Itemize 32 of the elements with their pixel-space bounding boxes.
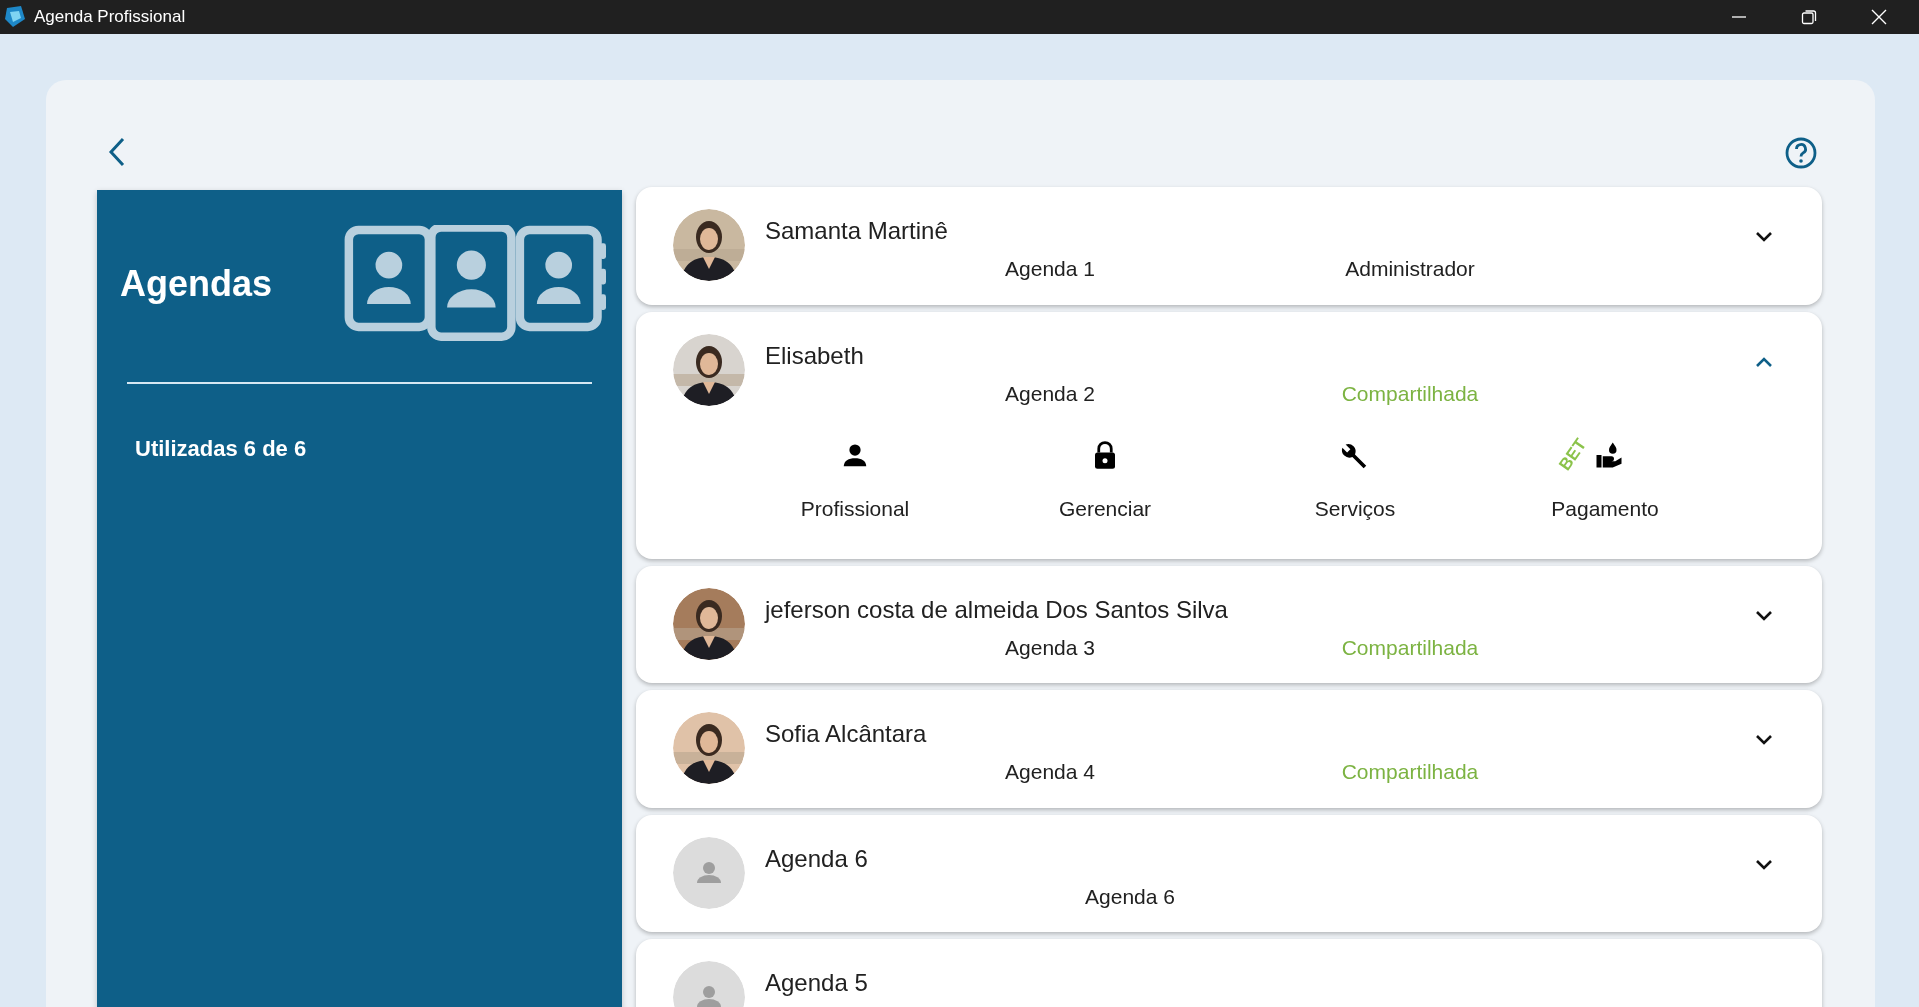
role-label: Administrador	[1344, 256, 1476, 282]
avatar-placeholder-icon	[673, 836, 745, 909]
action-button[interactable]: Profissional	[800, 433, 910, 525]
agenda-label: Agenda 1	[1004, 256, 1096, 282]
professional-name: jeferson costa de almeida Dos Santos Silva	[765, 595, 1228, 623]
agenda-label: Agenda 4	[1004, 759, 1096, 785]
restore-icon[interactable]	[1799, 7, 1819, 27]
role-label: Compartilhada	[1340, 380, 1480, 407]
role-label: Compartilhada	[1340, 759, 1480, 785]
panel-title: Agendas	[120, 262, 273, 306]
professional-name: Samanta Martinê	[765, 217, 948, 244]
agenda-card[interactable]: Samanta Martinê Agenda 1 Administrador	[636, 187, 1822, 305]
agenda-card[interactable]: jeferson costa de almeida Dos Santos Silva Agenda 3 Compartilhada	[636, 565, 1822, 683]
agenda-label: Agenda 6	[1084, 883, 1176, 910]
action-button[interactable]: Gerenciar	[1058, 433, 1152, 525]
hand-drop-icon	[1594, 440, 1624, 470]
agenda-card[interactable]: Agenda 5	[636, 939, 1822, 1007]
agenda-label: Agenda 3	[1004, 634, 1096, 661]
usage-count: Utilizadas 6 de 6	[135, 436, 307, 461]
professional-name: Agenda 5	[765, 969, 868, 996]
agenda-label: Agenda 2	[1004, 380, 1096, 407]
role-label: Compartilhada	[1340, 634, 1480, 661]
help-icon[interactable]	[1784, 136, 1818, 170]
close-icon[interactable]	[1869, 7, 1889, 27]
app-logo-icon	[4, 5, 26, 29]
professional-name: Elisabeth	[765, 341, 864, 369]
agenda-card[interactable]: Agenda 6 Agenda 6	[636, 814, 1822, 932]
professional-name: Sofia Alcântara	[765, 720, 927, 747]
professional-name: Agenda 6	[765, 844, 868, 872]
agenda-card[interactable]: Sofia Alcântara Agenda 4 Compartilhada	[636, 690, 1822, 808]
action-button[interactable]: Serviços	[1314, 433, 1396, 525]
window-title: Agenda Profissional	[34, 6, 186, 29]
